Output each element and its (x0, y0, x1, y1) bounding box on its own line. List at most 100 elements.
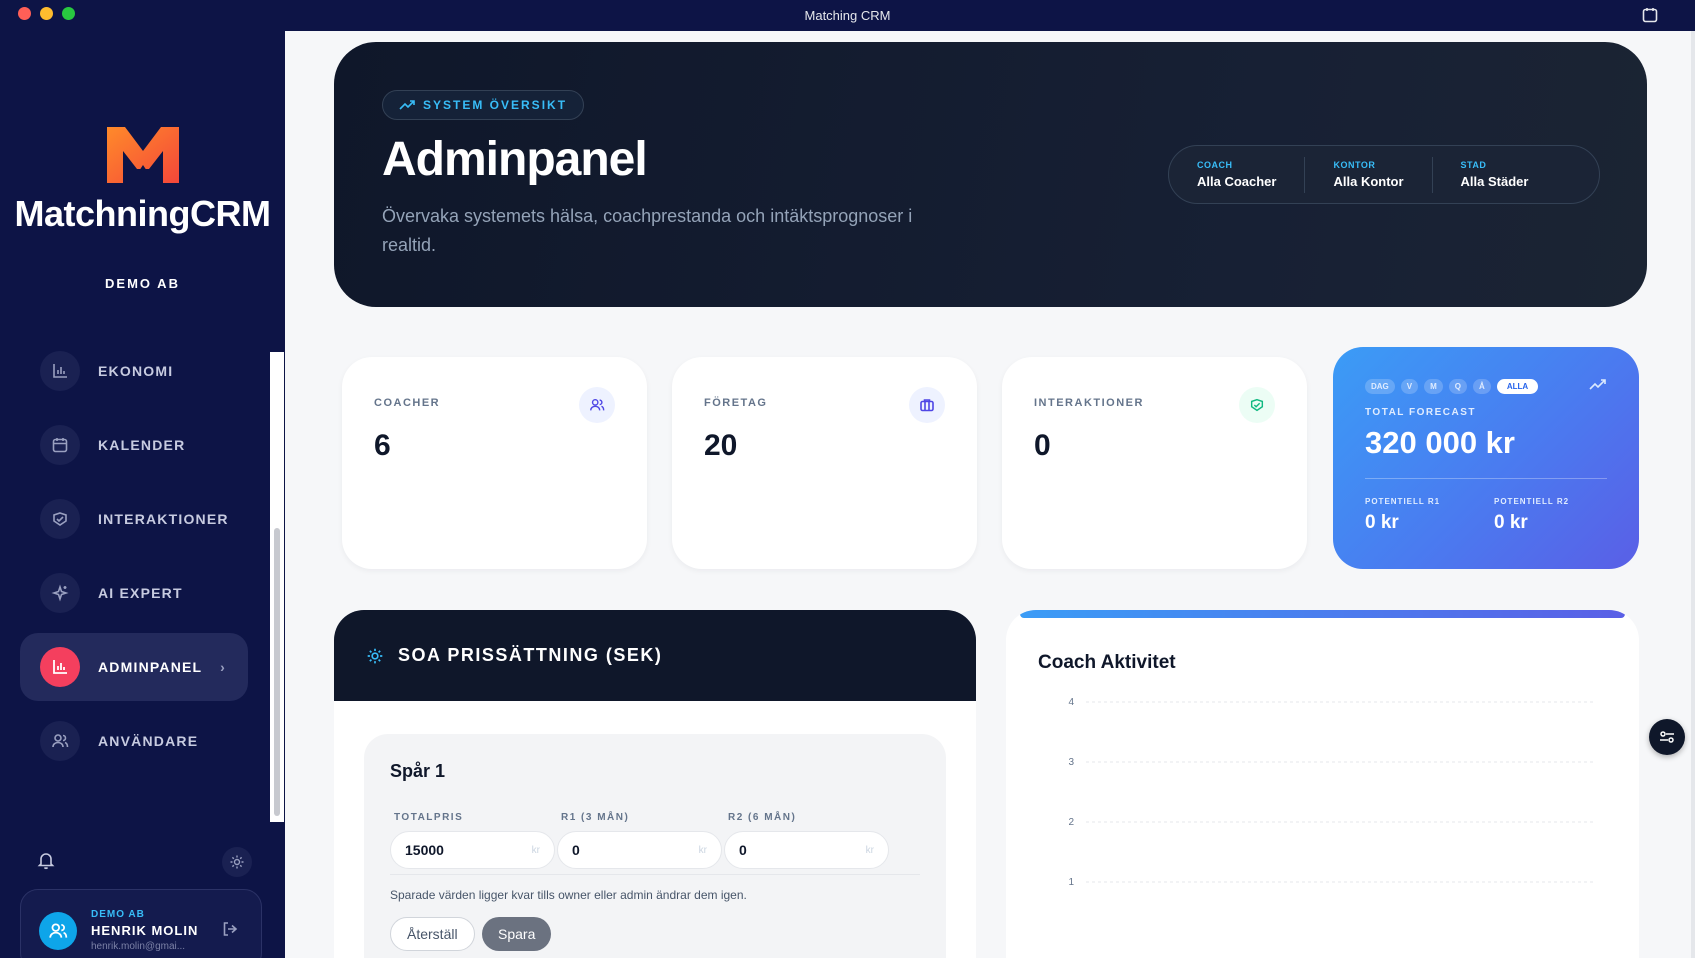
sidebar: MatchningCRM DEMO AB EKONOMI KALENDER IN… (0, 31, 285, 958)
window-title: Matching CRM (804, 8, 891, 23)
input-unit: kr (531, 844, 540, 856)
settings-button[interactable] (222, 847, 252, 877)
logout-icon[interactable] (221, 920, 239, 938)
r1-input[interactable]: 0 kr (557, 831, 722, 869)
sidebar-item-label: AI EXPERT (98, 585, 183, 601)
scrollbar-thumb[interactable] (274, 528, 280, 816)
totalpris-input[interactable]: 15000 kr (390, 831, 555, 869)
r1-field: R1 (3 MÅN) 0 kr (557, 812, 722, 869)
page-subtitle: Övervaka systemets hälsa, coachprestanda… (382, 206, 913, 255)
sidebar-item-label: EKONOMI (98, 363, 174, 379)
filter-label: COACH (1197, 160, 1233, 170)
sidebar-item-interaktioner[interactable]: INTERAKTIONER (20, 485, 248, 553)
period-pill[interactable]: Q (1448, 379, 1468, 394)
filter-toggle-button[interactable] (1649, 719, 1685, 755)
close-window-button[interactable] (18, 7, 31, 20)
period-pill[interactable]: DAG (1365, 379, 1395, 394)
track-card: Spår 1 TOTALPRIS 15000 kr R1 (3 MÅN) 0 k… (364, 734, 946, 958)
period-pill[interactable]: Å (1473, 379, 1491, 394)
page-title: Adminpanel (382, 133, 648, 186)
sidebar-item-adminpanel[interactable]: ADMINPANEL › (20, 633, 248, 701)
save-button[interactable]: Spara (482, 917, 552, 951)
office-filter[interactable]: KONTOR Alla Kontor (1305, 156, 1433, 193)
input-value: 0 (572, 842, 580, 858)
forecast-value: 320 000 kr (1365, 425, 1515, 460)
picture-in-picture-icon[interactable] (1641, 6, 1659, 24)
forecast-card: DAG V M Q Å ALLA TOTAL FORECAST 320 000 … (1333, 347, 1639, 569)
sliders-icon (1660, 731, 1674, 743)
sidebar-item-kalender[interactable]: KALENDER (20, 411, 248, 479)
potential-r2: POTENTIELL R2 0 kr (1494, 497, 1569, 534)
brand-logo[interactable]: MatchningCRM (0, 121, 285, 235)
reset-button[interactable]: Återställ (390, 917, 475, 951)
org-name: DEMO AB (105, 276, 180, 291)
sidebar-item-ekonomi[interactable]: EKONOMI (20, 337, 248, 405)
bell-icon[interactable] (36, 850, 56, 870)
coach-activity-title: Coach Aktivitet (1038, 652, 1176, 673)
gear-icon (230, 855, 244, 869)
sidebar-nav: EKONOMI KALENDER INTERAKTIONER AI EXPERT… (20, 337, 248, 781)
potential-r2-label: POTENTIELL R2 (1494, 497, 1570, 506)
user-card[interactable]: DEMO AB HENRIK MOLIN henrik.molin@gmai..… (20, 889, 262, 958)
r2-input[interactable]: 0 kr (724, 831, 889, 869)
divider (1365, 478, 1607, 479)
user-email: henrik.molin@gmai... (91, 941, 186, 952)
filter-value: Alla Städer (1460, 174, 1529, 189)
sparkles-icon (40, 573, 80, 613)
sidebar-item-ai-expert[interactable]: AI EXPERT (20, 559, 248, 627)
y-tick-label: 3 (1068, 757, 1074, 768)
potential-r1-label: POTENTIELL R1 (1365, 497, 1441, 506)
sidebar-item-label: ADMINPANEL (98, 659, 203, 675)
badge-label: SYSTEM ÖVERSIKT (423, 98, 568, 112)
filter-label: STAD (1460, 160, 1487, 170)
gear-icon (367, 648, 383, 663)
calendar-icon (40, 425, 80, 465)
window-titlebar: Matching CRM (0, 0, 1695, 31)
filter-label: KONTOR (1333, 160, 1376, 170)
filter-bar: COACH Alla Coacher KONTOR Alla Kontor ST… (1168, 145, 1600, 204)
period-pill[interactable]: V (1400, 379, 1419, 394)
stat-label: COACHER (374, 397, 441, 409)
system-overview-badge: SYSTEM ÖVERSIKT (382, 90, 585, 120)
users-icon (40, 721, 80, 761)
filter-value: Alla Coacher (1197, 174, 1277, 189)
field-label: R1 (3 MÅN) (561, 812, 630, 823)
potential-r1: POTENTIELL R1 0 kr (1365, 497, 1440, 534)
trending-up-icon (1589, 379, 1606, 390)
input-value: 15000 (405, 842, 444, 858)
soa-pricing-card: SOA PRISSÄTTNING (SEK) Spår 1 TOTALPRIS … (334, 610, 976, 958)
minimize-window-button[interactable] (40, 7, 53, 20)
bar-chart-icon (40, 647, 80, 687)
city-filter[interactable]: STAD Alla Städer (1433, 157, 1557, 193)
coach-activity-chart: 1 2 3 4 (1068, 697, 1596, 888)
sidebar-item-anvandare[interactable]: ANVÄNDARE (20, 707, 248, 775)
maximize-window-button[interactable] (62, 7, 75, 20)
chevron-right-icon: › (220, 659, 226, 675)
soa-title: SOA PRISSÄTTNING (SEK) (398, 645, 663, 665)
logo-mark-icon (106, 127, 179, 183)
coach-activity-card: Coach Aktivitet 1 2 3 4 (1006, 610, 1639, 958)
stat-label: FÖRETAG (704, 397, 768, 409)
window-edge (1691, 31, 1695, 958)
r2-field: R2 (6 MÅN) 0 kr (724, 812, 889, 869)
sidebar-item-label: INTERAKTIONER (98, 511, 229, 527)
sidebar-item-label: KALENDER (98, 437, 186, 453)
stat-value: 20 (704, 429, 738, 462)
user-name: HENRIK MOLIN (91, 923, 199, 938)
potential-r2-value: 0 kr (1494, 512, 1528, 533)
potential-r1-value: 0 kr (1365, 512, 1399, 533)
window-controls (18, 7, 75, 20)
totalpris-field: TOTALPRIS 15000 kr (390, 812, 555, 869)
stat-card-coacher: COACHER 6 (342, 357, 647, 569)
handshake-icon (1239, 387, 1275, 423)
period-pill-active[interactable]: ALLA (1496, 379, 1539, 394)
input-unit: kr (698, 844, 707, 856)
soa-header: SOA PRISSÄTTNING (SEK) (334, 610, 976, 701)
accent-bar (1020, 610, 1625, 618)
users-icon (579, 387, 615, 423)
input-value: 0 (739, 842, 747, 858)
coach-filter[interactable]: COACH Alla Coacher (1169, 156, 1306, 193)
sidebar-scrollbar[interactable] (270, 352, 284, 822)
brand-name: MatchningCRM (14, 193, 271, 234)
period-pill[interactable]: M (1424, 379, 1443, 394)
